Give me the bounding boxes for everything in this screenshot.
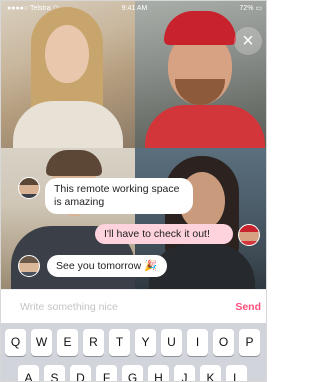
status-time: 9:41 AM: [121, 5, 148, 12]
key-y[interactable]: Y: [135, 329, 156, 356]
battery-percent: 72%: [239, 5, 254, 12]
close-icon: ×: [242, 30, 254, 52]
chat-message-text: This remote working space is amazing: [54, 183, 180, 208]
video-chat-screen: ●●●●○ Telstra ◠ 9:41 AM 72% ▭ × This rem…: [0, 0, 267, 382]
key-t[interactable]: T: [109, 329, 130, 356]
key-k[interactable]: K: [200, 365, 221, 381]
message-composer: Write something nice Send: [1, 289, 266, 324]
chat-message: This remote working space is amazing: [45, 178, 193, 214]
close-button[interactable]: ×: [234, 27, 262, 55]
avatar: [238, 224, 260, 246]
video-tile-top-right[interactable]: [135, 1, 266, 148]
key-l[interactable]: L: [226, 365, 247, 381]
status-bar: ●●●●○ Telstra ◠ 9:41 AM 72% ▭: [1, 1, 266, 17]
avatar: [18, 255, 40, 277]
key-s[interactable]: S: [44, 365, 65, 381]
key-f[interactable]: F: [96, 365, 117, 381]
chat-message-text: I'll have to check it out!: [104, 228, 210, 240]
key-u[interactable]: U: [161, 329, 182, 356]
video-grid: [1, 1, 266, 289]
key-o[interactable]: O: [213, 329, 234, 356]
key-g[interactable]: G: [122, 365, 143, 381]
chat-message-outgoing: I'll have to check it out!: [95, 224, 233, 244]
key-j[interactable]: J: [174, 365, 195, 381]
chat-message: See you tomorrow 🎉: [47, 255, 167, 277]
key-a[interactable]: A: [18, 365, 39, 381]
key-i[interactable]: I: [187, 329, 208, 356]
key-w[interactable]: W: [31, 329, 52, 356]
key-h[interactable]: H: [148, 365, 169, 381]
avatar: [18, 177, 40, 199]
key-r[interactable]: R: [83, 329, 104, 356]
send-button[interactable]: Send: [235, 290, 261, 324]
key-d[interactable]: D: [70, 365, 91, 381]
message-input[interactable]: Write something nice: [20, 290, 118, 324]
video-tile-top-left[interactable]: [1, 1, 135, 148]
battery-icon: ▭: [255, 5, 262, 12]
key-q[interactable]: Q: [5, 329, 26, 356]
key-p[interactable]: P: [239, 329, 260, 356]
chat-message-text: See you tomorrow 🎉: [56, 260, 158, 272]
keyboard: Q W E R T Y U I O P A S D F G H J K L: [1, 323, 266, 381]
key-e[interactable]: E: [57, 329, 78, 356]
